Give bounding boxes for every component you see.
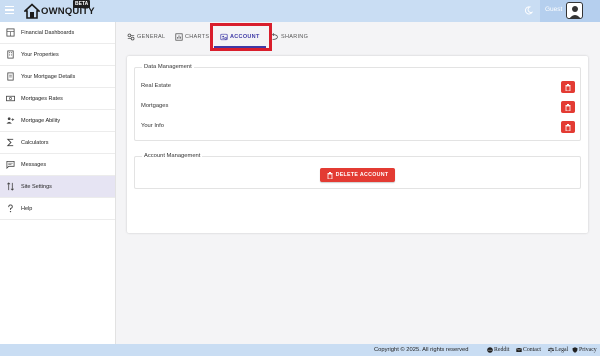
sort-arrows-icon [7, 182, 14, 191]
trash-icon [327, 171, 333, 179]
settings-card: Data Management Real Estate Mortgages Yo… [127, 56, 588, 233]
tab-label: SHARING [281, 34, 309, 40]
tab-charts[interactable]: CHARTS [175, 26, 209, 48]
sigma-icon [6, 138, 14, 147]
reddit-icon [487, 347, 493, 353]
sidebar-item-help[interactable]: Help [0, 198, 115, 220]
sidebar-item-label: Calculators [21, 139, 49, 146]
sidebar: Financial Dashboards Your Properties You… [0, 22, 116, 344]
footer-link-label: Legal [555, 347, 569, 353]
footer-link-reddit[interactable]: Reddit [487, 347, 509, 353]
scale-icon [548, 347, 554, 353]
footer-link-contact[interactable]: Contact [516, 347, 541, 353]
sidebar-item-mortgages-rates[interactable]: Mortgages Rates [0, 88, 115, 110]
message-icon [6, 160, 15, 169]
tab-sharing[interactable]: SHARING [271, 26, 308, 48]
sidebar-item-mortgage-ability[interactable]: Mortgage Ability [0, 110, 115, 132]
trash-icon [565, 103, 571, 111]
sidebar-item-label: Mortgage Ability [21, 117, 61, 124]
footer-link-label: Contact [523, 347, 542, 353]
user-menu[interactable]: Guest [540, 0, 600, 22]
sliders-icon [127, 33, 135, 41]
mail-icon [516, 347, 522, 352]
sidebar-item-financial-dashboards[interactable]: Financial Dashboards [0, 22, 115, 44]
tab-label: GENERAL [137, 34, 166, 40]
top-bar: OWNQUITY BETA Guest [0, 0, 600, 22]
sidebar-item-site-settings[interactable]: Site Settings [0, 176, 115, 198]
row-label-mortgages: Mortgages [141, 103, 169, 109]
sidebar-item-label: Messages [21, 161, 47, 168]
data-management-legend: Data Management [142, 64, 194, 70]
delete-account-label: DELETE ACCOUNT [335, 172, 389, 178]
delete-mortgages-button[interactable] [561, 101, 575, 113]
sidebar-item-label: Site Settings [21, 183, 52, 190]
guest-label: Guest [545, 6, 563, 13]
account-management-legend: Account Management [142, 153, 203, 159]
sidebar-item-label: Help [21, 205, 33, 212]
copyright-text: Copyright © 2025. All rights reserved [374, 347, 469, 353]
dark-mode-icon[interactable] [524, 6, 533, 15]
sidebar-item-label: Your Mortgage Details [21, 73, 76, 80]
money-icon [6, 95, 15, 102]
row-label-your-info: Your Info [141, 123, 164, 129]
question-icon [8, 204, 13, 213]
user-icon [569, 6, 581, 18]
house-logo-icon [24, 3, 40, 19]
footer-link-legal[interactable]: Legal [548, 347, 568, 353]
document-icon [7, 72, 14, 81]
footer-link-label: Privacy [579, 347, 597, 353]
beta-badge: BETA [73, 0, 91, 8]
share-icon [272, 33, 278, 40]
calculator-grid-icon [6, 28, 15, 37]
sidebar-item-label: Mortgages Rates [21, 95, 63, 102]
highlight-box [210, 23, 272, 51]
menu-icon[interactable] [5, 6, 14, 15]
sidebar-item-messages[interactable]: Messages [0, 154, 115, 176]
trash-icon [565, 123, 571, 131]
people-icon [6, 117, 15, 124]
shield-icon [572, 347, 578, 353]
sidebar-item-your-mortgage-details[interactable]: Your Mortgage Details [0, 66, 115, 88]
footer-link-label: Reddit [494, 347, 510, 353]
sidebar-item-label: Financial Dashboards [21, 29, 75, 36]
delete-account-button[interactable]: DELETE ACCOUNT [320, 168, 395, 182]
footer-link-privacy[interactable]: Privacy [572, 347, 597, 353]
row-label-real-estate: Real Estate [141, 83, 171, 89]
trash-icon [565, 83, 571, 91]
chart-icon [175, 33, 183, 41]
footer: Copyright © 2025. All rights reserved Re… [0, 344, 600, 356]
building-icon [7, 50, 14, 59]
sidebar-item-calculators[interactable]: Calculators [0, 132, 115, 154]
sidebar-item-label: Your Properties [21, 51, 59, 58]
avatar[interactable] [566, 2, 583, 19]
tab-label: CHARTS [185, 34, 210, 40]
tab-general[interactable]: GENERAL [127, 26, 165, 48]
delete-real-estate-button[interactable] [561, 81, 575, 93]
delete-your-info-button[interactable] [561, 121, 575, 133]
sidebar-item-your-properties[interactable]: Your Properties [0, 44, 115, 66]
data-management-section: Data Management Real Estate Mortgages Yo… [134, 64, 581, 141]
